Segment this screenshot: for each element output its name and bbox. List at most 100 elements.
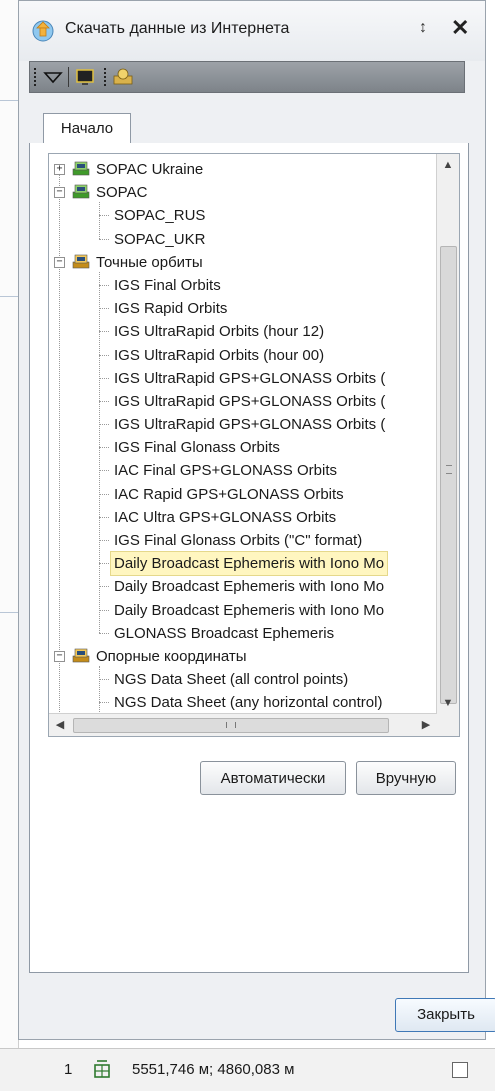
tree-leaf-node[interactable]: IGS UltraRapid GPS+GLONASS Orbits ( xyxy=(49,390,433,413)
tree-connector xyxy=(99,609,109,611)
status-bar: 1 5551,746 м; 4860,083 м xyxy=(0,1048,495,1091)
status-layer-number: 1 xyxy=(64,1061,73,1078)
collapse-icon[interactable]: − xyxy=(54,187,65,199)
server-yellow-icon xyxy=(72,648,90,663)
app-window: Скачать данные из Интернета ↕ ✕ Начало +… xyxy=(0,0,495,1091)
status-coordinates: 5551,746 м; 4860,083 м xyxy=(132,1061,295,1078)
vertical-scroll-thumb[interactable] xyxy=(440,246,457,704)
tree-connector xyxy=(99,331,109,333)
tree-connector xyxy=(99,632,109,634)
tree-connector xyxy=(99,354,109,356)
close-icon[interactable]: ✕ xyxy=(451,15,469,41)
horizontal-scroll-thumb[interactable] xyxy=(73,718,389,733)
tab-start[interactable]: Начало xyxy=(43,113,131,144)
tree-node-label: IGS Final Orbits xyxy=(114,276,221,294)
tree-node-label: SOPAC xyxy=(96,184,148,202)
expand-icon[interactable]: + xyxy=(54,164,65,175)
toolbar-grip[interactable] xyxy=(104,68,109,86)
tab-content: + SOPAC Ukraine − SOPAC SOPAC_RUS SOPAC_UKR − Т… xyxy=(29,143,469,973)
tree-node-label: Daily Broadcast Ephemeris with Iono Mo xyxy=(114,578,385,596)
tree-leaf-node[interactable]: IAC Final GPS+GLONASS Orbits xyxy=(49,459,433,482)
scroll-up-icon[interactable]: ▲ xyxy=(437,154,459,176)
tree-group-node[interactable]: − SOPAC xyxy=(49,181,433,204)
tree-leaf-node[interactable]: Daily Broadcast Ephemeris with Iono Mo xyxy=(49,599,433,622)
tree-leaf-node[interactable]: IAC Rapid GPS+GLONASS Orbits xyxy=(49,483,433,506)
close-button[interactable]: Закрыть xyxy=(395,998,495,1032)
tree-leaf-node[interactable]: IGS Final Glonass Orbits ("C" format) xyxy=(49,529,433,552)
tree-leaf-node[interactable]: IGS Rapid Orbits xyxy=(49,297,433,320)
tree-node-label: IGS UltraRapid GPS+GLONASS Orbits ( xyxy=(114,392,386,410)
tree-node-label: IAC Ultra GPS+GLONASS Orbits xyxy=(114,508,337,526)
status-checkbox[interactable] xyxy=(452,1062,468,1078)
tree-leaf-node[interactable]: Daily Broadcast Ephemeris with Iono Mo xyxy=(49,575,433,598)
manual-button[interactable]: Вручную xyxy=(356,761,456,795)
layer-grid-icon[interactable] xyxy=(92,1059,114,1079)
tree-node-label: Daily Broadcast Ephemeris with Iono Mo xyxy=(109,551,389,577)
tree-node-label: IGS UltraRapid GPS+GLONASS Orbits ( xyxy=(114,369,386,387)
scroll-corner xyxy=(437,714,459,736)
dropdown-triangle-icon[interactable] xyxy=(42,66,64,88)
toolbar-grip[interactable] xyxy=(34,68,39,86)
tree-leaf-node[interactable]: NGS Data Sheet (any horizontal control) xyxy=(49,691,433,714)
tree-leaf-node[interactable]: IGS UltraRapid GPS+GLONASS Orbits ( xyxy=(49,367,433,390)
tree-connector xyxy=(99,215,109,217)
tree-group-node[interactable]: + SOPAC Ukraine xyxy=(49,158,433,181)
tree-node-label: NGS Data Sheet (all control points) xyxy=(114,671,349,689)
tree-leaf-node[interactable]: IGS UltraRapid Orbits (hour 00) xyxy=(49,344,433,367)
tree-node-label: Точные орбиты xyxy=(96,253,203,271)
collapse-icon[interactable]: − xyxy=(54,650,65,662)
tree-node-label: IGS Final Glonass Orbits xyxy=(114,439,280,457)
tree-node-label: IGS Final Glonass Orbits ("C" format) xyxy=(114,532,363,549)
tree-leaf-node[interactable]: Daily Broadcast Ephemeris with Iono Mo xyxy=(49,551,433,577)
tree-connector xyxy=(99,586,109,588)
tab-strip: Начало xyxy=(29,113,469,144)
tree-leaf-node[interactable]: IGS UltraRapid Orbits (hour 12) xyxy=(49,320,433,343)
vertical-scrollbar[interactable]: ▲ ▼ xyxy=(436,154,459,714)
scroll-grip-icon xyxy=(446,465,452,474)
scroll-down-icon[interactable]: ▼ xyxy=(437,692,459,714)
tree-node-label: SOPAC_RUS xyxy=(114,207,206,225)
tree-node-label: Опорные координаты xyxy=(96,647,247,665)
panel-titlebar: Скачать данные из Интернета ↕ ✕ xyxy=(19,1,485,61)
auto-button[interactable]: Автоматически xyxy=(200,761,346,795)
tree-items: + SOPAC Ukraine − SOPAC SOPAC_RUS SOPAC_UKR − Т… xyxy=(49,158,433,736)
tree-connector xyxy=(99,447,109,449)
source-tree[interactable]: + SOPAC Ukraine − SOPAC SOPAC_RUS SOPAC_UKR − Т… xyxy=(48,153,460,737)
tree-connector xyxy=(99,308,109,310)
tree-leaf-node[interactable]: IGS Final Orbits xyxy=(49,274,433,297)
scroll-right-icon[interactable]: ▶ xyxy=(415,714,437,736)
tree-group-node[interactable]: − Точные орбиты xyxy=(49,251,433,274)
tree-leaf-node[interactable]: SOPAC_RUS xyxy=(49,204,433,227)
tree-leaf-node[interactable]: SOPAC_UKR xyxy=(49,228,433,251)
scroll-left-icon[interactable]: ◀ xyxy=(49,714,71,736)
tree-leaf-node[interactable]: NGS Data Sheet (all control points) xyxy=(49,668,433,691)
tree-connector xyxy=(99,284,109,286)
tree-connector xyxy=(99,540,109,541)
monitor-icon[interactable] xyxy=(74,66,96,88)
tree-node-label: IGS UltraRapid Orbits (hour 00) xyxy=(114,346,325,364)
horizontal-scrollbar[interactable]: ◀ ▶ xyxy=(49,713,437,736)
left-dock-strip xyxy=(0,0,19,1090)
dock-strip-tick xyxy=(0,296,18,297)
tree-connector xyxy=(99,493,109,495)
tree-connector xyxy=(99,516,109,518)
tree-connector xyxy=(99,238,109,240)
tree-leaf-node[interactable]: GLONASS Broadcast Ephemeris xyxy=(49,622,433,645)
tree-leaf-node[interactable]: IAC Ultra GPS+GLONASS Orbits xyxy=(49,506,433,529)
tree-connector xyxy=(99,679,109,681)
panel-title: Скачать данные из Интернета xyxy=(65,20,290,37)
tree-connector xyxy=(99,202,100,239)
pin-icon[interactable]: ↕ xyxy=(419,19,427,37)
tree-node-label: IGS Rapid Orbits xyxy=(114,300,228,318)
collapse-icon[interactable]: − xyxy=(54,256,65,268)
tree-node-label: GLONASS Broadcast Ephemeris xyxy=(114,624,335,642)
server-yellow-icon xyxy=(72,254,90,269)
toolbar-separator xyxy=(68,67,69,87)
tree-connector xyxy=(99,470,109,472)
globe-user-icon[interactable] xyxy=(112,66,134,88)
server-green-icon xyxy=(72,184,90,199)
tree-group-node[interactable]: − Опорные координаты xyxy=(49,645,433,668)
tree-leaf-node[interactable]: IGS Final Glonass Orbits xyxy=(49,436,433,459)
tree-node-label: SOPAC_UKR xyxy=(114,230,206,248)
tree-leaf-node[interactable]: IGS UltraRapid GPS+GLONASS Orbits ( xyxy=(49,413,433,436)
